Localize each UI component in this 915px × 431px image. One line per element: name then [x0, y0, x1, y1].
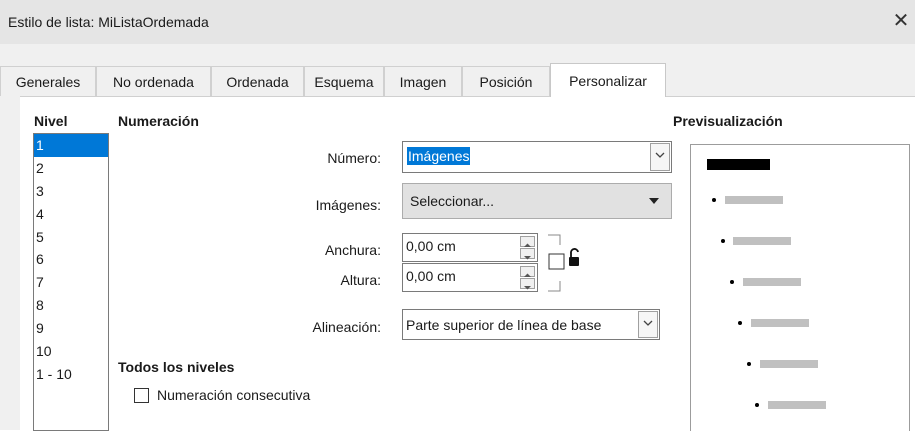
spin-down-icon[interactable] [520, 278, 535, 290]
level-header: Nivel [34, 113, 68, 129]
keep-ratio-icon[interactable] [546, 233, 596, 293]
dialog-body: Generales No ordenada Ordenada Esquema I… [0, 44, 915, 431]
level-item[interactable]: 4 [34, 203, 108, 226]
level-item[interactable]: 8 [34, 294, 108, 317]
preview-line [751, 319, 809, 327]
level-list[interactable]: 1 2 3 4 5 6 7 8 9 10 1 - 10 [33, 133, 109, 431]
altura-value: 0,00 cm [406, 268, 456, 284]
chevron-down-icon[interactable] [638, 311, 658, 338]
altura-spinbox[interactable]: 0,00 cm [402, 263, 538, 292]
dropdown-arrow-icon [649, 198, 659, 204]
spin-down-icon[interactable] [520, 248, 535, 260]
preview-line [733, 237, 791, 245]
title-bar: Estilo de lista: MiListaOrdemada ✕ [0, 0, 915, 44]
level-item[interactable]: 6 [34, 248, 108, 271]
tab-ordenada[interactable]: Ordenada [211, 66, 304, 96]
spin-up-icon[interactable] [520, 236, 535, 247]
alineacion-select[interactable]: Parte superior de línea de base [402, 309, 660, 340]
numero-label: Número: [327, 150, 381, 166]
spin-up-icon[interactable] [520, 266, 535, 277]
numbering-header: Numeración [118, 113, 199, 129]
anchura-spinbox[interactable]: 0,00 cm [402, 233, 538, 262]
level-item[interactable]: 5 [34, 226, 108, 249]
tab-personalizar[interactable]: Personalizar [550, 63, 666, 97]
consecutive-label: Numeración consecutiva [157, 387, 311, 403]
imagenes-select[interactable]: Seleccionar... [402, 183, 672, 219]
level-item[interactable]: 1 - 10 [34, 363, 108, 386]
all-levels-header: Todos los niveles [118, 359, 235, 375]
preview-line [768, 401, 826, 409]
preview-first-level [707, 159, 770, 170]
level-item[interactable]: 10 [34, 340, 108, 363]
anchura-label: Anchura: [324, 242, 381, 258]
level-item[interactable]: 7 [34, 271, 108, 294]
tab-posicion[interactable]: Posición [462, 66, 550, 96]
preview-bullet [755, 403, 759, 407]
imagenes-label: Imágenes: [315, 197, 381, 213]
preview-pane [690, 144, 910, 431]
chevron-down-icon[interactable] [650, 143, 670, 171]
imagenes-value: Seleccionar... [410, 193, 495, 209]
tab-imagen[interactable]: Imagen [384, 66, 462, 96]
anchura-value: 0,00 cm [406, 238, 456, 254]
alineacion-label: Alineación: [312, 319, 382, 335]
numero-value: Imágenes [407, 147, 471, 165]
tab-panel-personalizar: Nivel 1 2 3 4 5 6 7 8 9 10 1 - 10 Numera… [20, 96, 915, 431]
preview-header: Previsualización [673, 113, 783, 129]
preview-bullet [712, 198, 716, 202]
level-item[interactable]: 3 [34, 180, 108, 203]
tab-esquema[interactable]: Esquema [304, 66, 384, 96]
tab-generales[interactable]: Generales [0, 66, 96, 96]
tab-no-ordenada[interactable]: No ordenada [96, 66, 211, 96]
preview-line [760, 360, 818, 368]
alineacion-value: Parte superior de línea de base [406, 317, 602, 333]
level-item[interactable]: 1 [34, 134, 108, 157]
window-title: Estilo de lista: MiListaOrdemada [8, 14, 209, 30]
numero-select[interactable]: Imágenes [402, 141, 672, 173]
preview-bullet [747, 362, 751, 366]
preview-line [743, 278, 801, 286]
preview-line [725, 196, 783, 204]
consecutive-checkbox[interactable] [134, 388, 149, 403]
level-item[interactable]: 2 [34, 157, 108, 180]
altura-label: Altura: [340, 272, 381, 288]
preview-bullet [721, 239, 725, 243]
preview-bullet [730, 280, 734, 284]
close-icon[interactable]: ✕ [889, 9, 913, 33]
level-item[interactable]: 9 [34, 317, 108, 340]
preview-bullet [738, 321, 742, 325]
